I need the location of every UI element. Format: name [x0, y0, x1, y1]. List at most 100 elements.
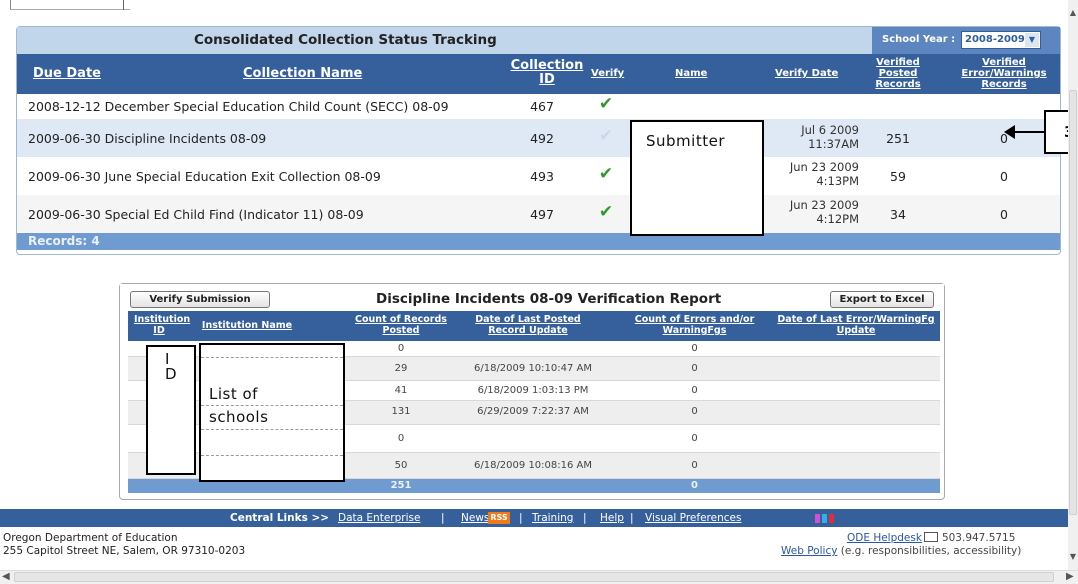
checkmark-icon: ✔: [598, 94, 614, 114]
rss-icon[interactable]: RSS: [488, 512, 510, 524]
horizontal-scroll-thumb[interactable]: [14, 572, 1054, 582]
status-tracking-panel: Consolidated Collection Status Tracking …: [16, 26, 1061, 255]
errors-cell: 0: [691, 433, 698, 444]
date-cell: 6/29/2009 7:22:37 AM: [477, 406, 589, 417]
col-collection-name[interactable]: Collection Name: [243, 66, 362, 81]
col-date-last-posted[interactable]: Date of Last Posted Record Update: [463, 314, 593, 336]
news-link[interactable]: News: [461, 512, 489, 524]
errors-cell: 0: [691, 460, 698, 471]
table-row[interactable]: 2009-06-30 June Special Education Exit C…: [17, 157, 1060, 195]
org-name: Oregon Department of Education: [3, 532, 178, 544]
collection-cell: 2009-06-30 June Special Education Exit C…: [28, 169, 381, 184]
callout-arrow-line: [1012, 131, 1044, 133]
web-policy-info: Web Policy (e.g. responsibilities, acces…: [781, 545, 1021, 557]
scroll-left-icon[interactable]: ◀: [2, 571, 10, 582]
arrow-left-icon: [1004, 125, 1015, 139]
verified-errors-cell: 0: [1000, 169, 1008, 184]
table-row[interactable]: 2008-12-12 December Special Education Ch…: [17, 94, 1060, 118]
verify-date-cell: Jul 6 2009 11:37AM: [763, 123, 859, 151]
records-bar: Records: 4: [17, 233, 1060, 250]
col-due-date[interactable]: Due Date: [33, 66, 101, 81]
col-institution-name[interactable]: Institution Name: [192, 320, 302, 331]
col-verify-date[interactable]: Verify Date: [775, 68, 838, 79]
col-verified-errors[interactable]: Verified Error/Warnings Records: [949, 57, 1059, 90]
collection-cell: 2008-12-12 December Special Education Ch…: [28, 99, 449, 114]
report-header: Verify Submission Discipline Incidents 0…: [120, 284, 944, 311]
chevron-down-icon[interactable]: ▼: [1025, 33, 1039, 47]
visual-preferences-link[interactable]: Visual Preferences: [645, 512, 741, 524]
collection-id-cell: 493: [530, 169, 554, 184]
web-policy-link[interactable]: Web Policy: [781, 545, 837, 557]
col-count-posted[interactable]: Count of Records Posted: [346, 314, 456, 336]
color-swatch-icon[interactable]: [829, 514, 834, 523]
helpdesk-link[interactable]: ODE Helpdesk: [847, 532, 922, 544]
col-institution-id[interactable]: Institution ID: [134, 314, 190, 336]
verify-date-cell: Jun 23 2009 4:12PM: [763, 198, 859, 226]
top-tick: [123, 0, 124, 10]
link-separator: |: [630, 512, 634, 524]
date-cell: 6/18/2009 10:10:47 AM: [473, 363, 592, 374]
org-street: 255 Capitol Street NE, Salem, OR 97310-0…: [3, 545, 246, 557]
table-row[interactable]: 2009-06-30 Discipline Incidents 08-09 49…: [17, 119, 1060, 157]
link-separator: |: [519, 512, 523, 524]
verify-date-time: 4:12PM: [816, 212, 859, 226]
verify-date-day: Jun 23 2009: [789, 198, 859, 212]
verify-date-cell: Jun 23 2009 4:13PM: [763, 160, 859, 188]
verified-posted-cell: 251: [886, 131, 910, 146]
table-row[interactable]: 2009-06-30 Special Ed Child Find (Indica…: [17, 195, 1060, 233]
count-cell: 0: [397, 343, 405, 354]
errors-cell: 0: [691, 343, 698, 354]
school-year-box: School Year : 2008-2009 ▼: [872, 27, 1060, 54]
export-excel-button[interactable]: Export to Excel: [830, 291, 934, 308]
report-title: Discipline Incidents 08-09 Verification …: [376, 291, 722, 307]
top-frame-stub: [10, 0, 130, 10]
submitter-label: Submitter: [646, 132, 725, 150]
report-table-header: Institution ID Institution Name Count of…: [128, 311, 940, 341]
school-year-select[interactable]: 2008-2009 ▼: [961, 31, 1041, 49]
school-year-label: School Year :: [882, 34, 956, 45]
count-cell: 131: [391, 406, 411, 417]
list-line-1: List of: [209, 385, 258, 403]
list-line-2: schools: [209, 408, 269, 426]
checkmark-icon: ✔: [598, 164, 614, 184]
color-swatch-icon[interactable]: [822, 514, 827, 523]
col-collection-id[interactable]: Collection ID: [507, 59, 587, 87]
color-swatch-icon[interactable]: [815, 514, 820, 523]
collection-id-cell: 467: [530, 99, 554, 114]
dashed-line: [201, 455, 343, 456]
errors-cell: 0: [691, 363, 698, 374]
id-redaction-box: ID: [146, 345, 196, 475]
checkmark-icon: ✔: [598, 126, 614, 146]
collection-id-cell: 492: [530, 131, 554, 146]
verify-date-day: Jun 23 2009: [789, 160, 859, 174]
col-date-last-error[interactable]: Date of Last Error/WarningFg Update: [776, 314, 936, 336]
count-cell: 29: [394, 363, 408, 374]
helpdesk-phone: 503.947.5715: [941, 532, 1016, 544]
col-name[interactable]: Name: [675, 68, 707, 79]
total-count: 251: [390, 480, 412, 491]
vertical-scroll-thumb[interactable]: [1069, 90, 1077, 515]
col-count-errors[interactable]: Count of Errors and/or WarningFgs: [622, 314, 767, 336]
central-links-label: Central Links >>: [230, 512, 330, 524]
collection-cell: 2009-06-30 Discipline Incidents 08-09: [28, 131, 267, 146]
training-link[interactable]: Training: [532, 512, 573, 524]
verify-date-day: Jul 6 2009: [801, 123, 859, 137]
collection-cell: 2009-06-30 Special Ed Child Find (Indica…: [28, 207, 364, 222]
data-enterprise-link[interactable]: Data Enterprise: [338, 512, 420, 524]
col-verify[interactable]: Verify: [591, 68, 624, 79]
errors-cell: 0: [691, 385, 698, 396]
panel-header: Consolidated Collection Status Tracking …: [17, 27, 1060, 54]
count-cell: 41: [394, 385, 408, 396]
submitter-redaction-box: Submitter: [630, 120, 764, 236]
list-of-schools-label: List of schools: [209, 383, 268, 429]
verify-date-time: 11:37AM: [808, 137, 859, 151]
col-verified-posted[interactable]: Verified Posted Records: [869, 57, 927, 90]
scroll-right-icon[interactable]: ▶: [1066, 571, 1074, 582]
total-errors: 0: [691, 480, 698, 491]
verify-submission-button[interactable]: Verify Submission: [130, 291, 270, 308]
scroll-down-icon[interactable]: ▼: [1068, 552, 1078, 561]
panel-title: Consolidated Collection Status Tracking: [194, 32, 497, 48]
scroll-up-icon[interactable]: ▲: [1068, 8, 1078, 17]
help-link[interactable]: Help: [600, 512, 624, 524]
verified-posted-cell: 34: [890, 207, 906, 222]
